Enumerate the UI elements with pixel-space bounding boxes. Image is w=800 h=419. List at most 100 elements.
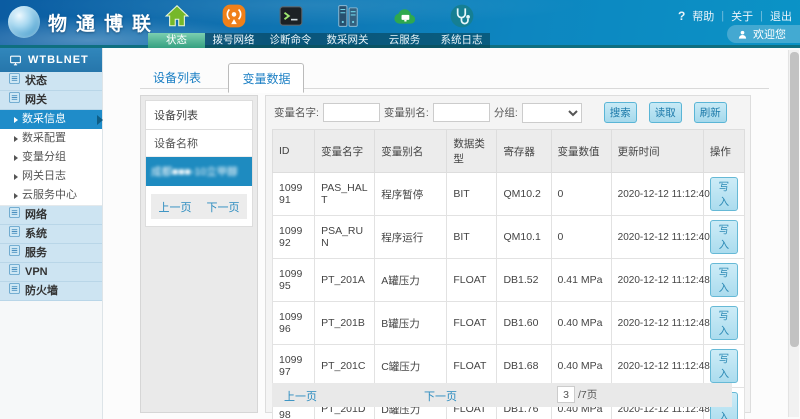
cell-value: 0.41 MPa	[551, 259, 611, 302]
nav-item-dial-network[interactable]: 拨号网络	[205, 0, 262, 48]
cell-register: DB1.60	[497, 302, 551, 345]
cell-action: 写入	[703, 259, 744, 302]
list-icon	[9, 225, 20, 243]
brand-logo: 物通博联	[8, 6, 160, 38]
home-icon	[164, 3, 190, 29]
write-button[interactable]: 写入	[710, 349, 738, 383]
write-button[interactable]: 写入	[710, 177, 738, 211]
device-name-text: 成都■■■-10立甲醇	[151, 166, 238, 178]
sidebar-item-vpn[interactable]: VPN	[0, 263, 102, 282]
stethoscope-icon	[449, 3, 475, 29]
sidebar-item-firewall[interactable]: 防火墙	[0, 282, 102, 301]
sidebar-subitem-variable-group[interactable]: 变量分组	[0, 148, 102, 167]
cell-dtype: FLOAT	[447, 259, 497, 302]
cell-name: PT_201C	[315, 345, 375, 388]
cell-dtype: BIT	[447, 173, 497, 216]
cell-register: QM10.2	[497, 173, 551, 216]
top-header: 物通博联 状态拨号网络诊断命令数采网关云服务系统日志 ?帮助|关于|退出 欢迎您	[0, 0, 800, 48]
search-button[interactable]: 搜索	[604, 102, 637, 123]
cell-dtype: FLOAT	[447, 345, 497, 388]
write-button[interactable]: 写入	[710, 263, 738, 297]
variable-alias-input[interactable]	[433, 103, 490, 122]
logo-orb-icon	[8, 6, 40, 38]
variable-name-label: 变量名字:	[274, 105, 319, 120]
sidebar-subitem-label: 网关日志	[22, 167, 66, 186]
cell-updated: 2020-12-12 11:12:40	[611, 216, 703, 259]
device-prev-page-link[interactable]: 上一页	[159, 199, 192, 215]
cell-value: 0	[551, 216, 611, 259]
variable-table-wrap: ID变量名字变量别名数据类型寄存器变量数值更新时间操作 109991PAS_HA…	[272, 129, 744, 419]
sidebar-subitem-cloud-service-center[interactable]: 云服务中心	[0, 186, 102, 205]
read-button[interactable]: 读取	[649, 102, 682, 123]
list-icon	[9, 206, 20, 224]
sidebar-subitem-data-collection-config[interactable]: 数采配置	[0, 129, 102, 148]
group-label: 分组:	[494, 105, 518, 120]
cell-id: 109991	[273, 173, 315, 216]
sidebar-subitem-gateway-log[interactable]: 网关日志	[0, 167, 102, 186]
sidebar-item-status[interactable]: 状态	[0, 72, 102, 91]
variable-name-input[interactable]	[323, 103, 380, 122]
cell-dtype: BIT	[447, 216, 497, 259]
sidebar-subitem-label: 变量分组	[22, 148, 66, 167]
column-header-value: 变量数值	[551, 130, 611, 173]
page-number-input[interactable]	[557, 386, 575, 403]
sidebar-item-network[interactable]: 网络	[0, 206, 102, 225]
device-item-selected[interactable]: 成都■■■-10立甲醇	[146, 157, 252, 186]
table-header-row: ID变量名字变量别名数据类型寄存器变量数值更新时间操作	[273, 130, 745, 173]
list-icon	[9, 282, 20, 300]
sidebar-top-items: 状态网关	[0, 72, 102, 110]
sidebar-subitem-data-collection-info[interactable]: 数采信息	[0, 110, 102, 129]
about-link[interactable]: 关于	[731, 8, 753, 24]
column-header-register: 寄存器	[497, 130, 551, 173]
cell-value: 0.40 MPa	[551, 345, 611, 388]
sidebar-item-service[interactable]: 服务	[0, 244, 102, 263]
sidebar-item-gateway[interactable]: 网关	[0, 91, 102, 110]
device-next-page-link[interactable]: 下一页	[207, 199, 240, 215]
prev-page-link[interactable]: 上一页	[284, 388, 317, 404]
nav-item-data-gateway[interactable]: 数采网关	[319, 0, 376, 48]
nav-item-system-log[interactable]: 系统日志	[433, 0, 490, 48]
brand-title: 物通博联	[48, 9, 160, 36]
scrollbar-thumb[interactable]	[790, 52, 799, 347]
column-header-updated: 更新时间	[611, 130, 703, 173]
cell-id: 109997	[273, 345, 315, 388]
triangle-bullet-icon	[14, 136, 18, 142]
welcome-badge[interactable]: 欢迎您	[727, 25, 800, 43]
cell-updated: 2020-12-12 11:12:48	[611, 345, 703, 388]
group-select[interactable]	[522, 103, 582, 123]
cell-register: DB1.68	[497, 345, 551, 388]
nav-item-cloud-service[interactable]: 云服务	[376, 0, 433, 48]
terminal-icon	[278, 3, 304, 29]
column-header-id: ID	[273, 130, 315, 173]
cell-updated: 2020-12-12 11:12:48	[611, 302, 703, 345]
nav-item-label: 云服务	[376, 33, 433, 48]
tab-bar: 设备列表 变量数据	[140, 62, 769, 89]
next-page-link[interactable]: 下一页	[424, 388, 457, 404]
table-row: 109991PAS_HALT程序暂停BITQM10.202020-12-12 1…	[273, 173, 745, 216]
tab-variable-data[interactable]: 变量数据	[228, 63, 304, 93]
nav-item-diagnostic-command[interactable]: 诊断命令	[262, 0, 319, 48]
page-number-group: /7页	[557, 386, 597, 403]
write-button[interactable]: 写入	[710, 306, 738, 340]
triangle-bullet-icon	[14, 193, 18, 199]
monitor-icon	[9, 54, 22, 67]
sidebar-subitem-label: 数采配置	[22, 129, 66, 148]
tab-device-list[interactable]: 设备列表	[140, 63, 214, 91]
table-row: 109996PT_201BB罐压力FLOATDB1.600.40 MPa2020…	[273, 302, 745, 345]
nav-item-status[interactable]: 状态	[148, 0, 205, 48]
divider: |	[760, 10, 763, 22]
logout-link[interactable]: 退出	[770, 8, 792, 24]
write-button[interactable]: 写入	[710, 220, 738, 254]
device-card: 设备列表 设备名称 成都■■■-10立甲醇 上一页 下一页	[145, 100, 253, 227]
cell-action: 写入	[703, 302, 744, 345]
nav-item-label: 状态	[148, 33, 205, 48]
sidebar-item-system[interactable]: 系统	[0, 225, 102, 244]
triangle-bullet-icon	[14, 117, 18, 123]
help-link[interactable]: 帮助	[692, 8, 714, 24]
list-icon	[9, 263, 20, 281]
refresh-button[interactable]: 刷新	[694, 102, 727, 123]
column-header-alias: 变量别名	[375, 130, 447, 173]
list-icon	[9, 244, 20, 262]
table-pager: 上一页 下一页 /7页	[272, 383, 732, 407]
device-list-panel: 设备列表 设备名称 成都■■■-10立甲醇 上一页 下一页	[140, 95, 258, 413]
